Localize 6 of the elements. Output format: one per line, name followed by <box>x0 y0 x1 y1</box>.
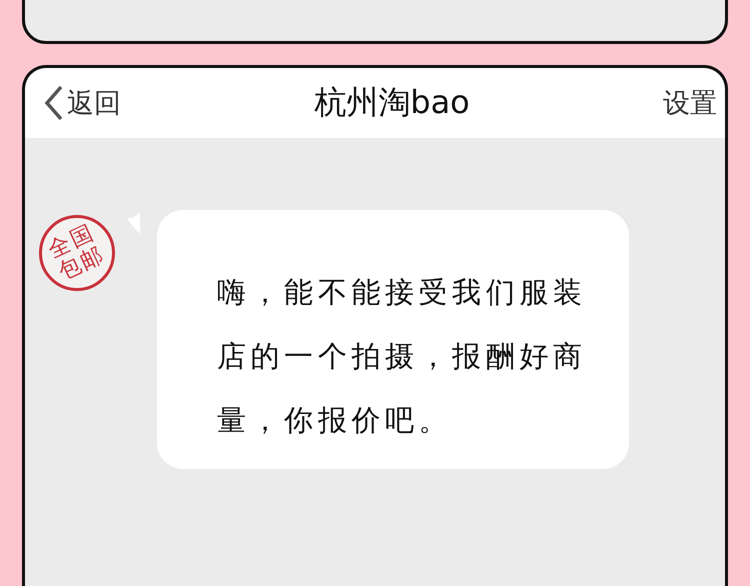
chat-title: 杭州淘bao <box>313 82 471 123</box>
chevron-left-icon <box>43 85 65 121</box>
message-text: 嗨，能不能接受我们服装店的一个拍摄，报酬好商量，你报价吧。 <box>217 274 588 439</box>
settings-button[interactable]: 设置 <box>663 85 717 121</box>
avatar-stamp-text: 全国包邮 <box>44 220 110 286</box>
back-button[interactable]: 返回 <box>43 85 121 121</box>
